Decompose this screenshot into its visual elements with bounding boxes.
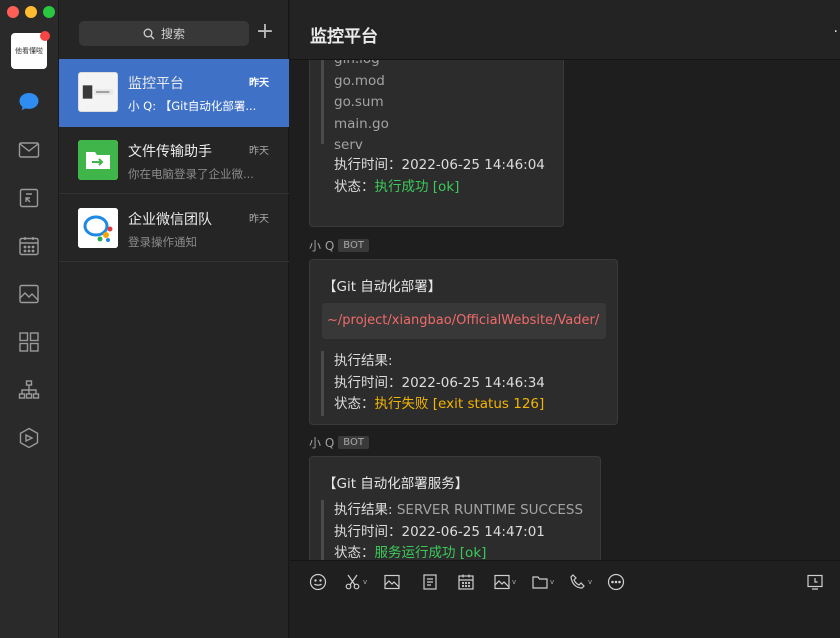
exec-time-label: 执行时间： bbox=[334, 374, 402, 391]
chat-title: 监控平台 bbox=[310, 27, 378, 47]
status-value: 执行失败 [exit status 126] bbox=[374, 396, 545, 412]
file-line: go.sum bbox=[334, 94, 384, 110]
conversation-list-pane: 搜索 + 监控平台 昨天 小 Q: 【Git自动化部署... 文件传输助手 昨天… bbox=[59, 0, 289, 638]
conversation-time: 昨天 bbox=[249, 146, 269, 157]
zoom-window-button[interactable] bbox=[43, 6, 55, 18]
apps-icon[interactable] bbox=[16, 329, 42, 355]
result-quote: 执行结果: SERVER RUNTIME SUCCESS 执行时间：2022-0… bbox=[321, 500, 583, 560]
exec-time-value: 2022-06-25 14:46:34 bbox=[401, 374, 545, 391]
status-label: 状态： bbox=[334, 545, 375, 560]
image-icon[interactable] bbox=[383, 572, 401, 592]
chat-icon[interactable] bbox=[16, 89, 42, 115]
search-placeholder: 搜索 bbox=[160, 27, 185, 41]
conversation-name: 文件传输助手 bbox=[128, 144, 212, 160]
folder-icon[interactable]: v bbox=[531, 572, 554, 592]
photo-album-icon[interactable]: v bbox=[493, 572, 516, 592]
message-sender: 小 Q BOT bbox=[309, 434, 369, 451]
more-options-icon[interactable]: · bbox=[834, 24, 838, 40]
org-chart-icon[interactable] bbox=[16, 377, 42, 403]
exec-time-label: 执行时间： bbox=[334, 523, 402, 540]
exec-time-value: 2022-06-25 14:47:01 bbox=[401, 523, 545, 540]
conversation-item[interactable]: 监控平台 昨天 小 Q: 【Git自动化部署... bbox=[59, 59, 289, 127]
conversation-time: 昨天 bbox=[249, 78, 269, 89]
conversation-name: 企业微信团队 bbox=[128, 212, 212, 228]
calendar-icon[interactable] bbox=[457, 572, 475, 592]
phone-icon[interactable]: v bbox=[569, 572, 592, 592]
document-icon[interactable] bbox=[421, 572, 439, 592]
message-title: 【Git 自动化部署】 bbox=[323, 279, 442, 295]
file-line: go.mod bbox=[334, 72, 385, 89]
scissors-icon[interactable]: v bbox=[344, 572, 367, 592]
result-value: SERVER RUNTIME SUCCESS bbox=[396, 502, 584, 518]
exec-time-line: 执行时间：2022-06-25 14:46:34 bbox=[334, 373, 545, 395]
conversation-avatar bbox=[78, 72, 118, 112]
exec-time-line: 执行时间：2022-06-25 14:47:01 bbox=[334, 522, 583, 544]
exec-time-line: 执行时间：2022-06-25 14:46:04 bbox=[334, 155, 545, 177]
sender-name: 小 Q bbox=[309, 239, 335, 253]
message-bubble: 【Git 自动化部署】 ~/project/xiangbao/OfficialW… bbox=[309, 259, 618, 425]
path-code-block: ~/project/xiangbao/OfficialWebsite/Vader… bbox=[322, 303, 606, 339]
emoji-icon[interactable] bbox=[309, 572, 327, 592]
bot-badge: BOT bbox=[338, 436, 369, 449]
chat-header: 监控平台 · bbox=[290, 0, 840, 60]
wecom-logo-icon bbox=[78, 208, 118, 248]
window-controls bbox=[7, 6, 55, 18]
conversation-snippet: 小 Q: 【Git自动化部署... bbox=[128, 99, 257, 113]
cube-icon[interactable] bbox=[16, 425, 42, 451]
mail-icon[interactable] bbox=[16, 137, 42, 163]
conversation-item[interactable]: 文件传输助手 昨天 你在电脑登录了企业微... bbox=[59, 127, 289, 195]
result-line: 执行结果: bbox=[334, 351, 545, 373]
app-sidebar: 他看懂啦 bbox=[0, 0, 59, 638]
conversation-name: 监控平台 bbox=[128, 76, 184, 92]
input-toolbar: v v v v bbox=[290, 560, 840, 638]
result-label: 执行结果: bbox=[334, 353, 393, 369]
avatar-text: 他看懂啦 bbox=[15, 47, 43, 55]
status-value: 执行成功 [ok] bbox=[374, 178, 460, 195]
bot-badge: BOT bbox=[338, 239, 369, 252]
file-transfer-icon bbox=[78, 140, 118, 180]
close-window-button[interactable] bbox=[7, 6, 19, 18]
message-bubble: gin.log go.mod go.sum main.go serv 执行时间：… bbox=[309, 60, 564, 227]
exec-time-value: 2022-06-25 14:46:04 bbox=[401, 157, 545, 173]
calendar-icon[interactable] bbox=[16, 233, 42, 259]
search-icon bbox=[143, 28, 155, 39]
more-icon[interactable] bbox=[607, 572, 625, 592]
result-quote: gin.log go.mod go.sum main.go serv bbox=[321, 60, 389, 153]
status-line: 状态：执行成功 [ok] bbox=[334, 177, 545, 199]
chat-pane: 监控平台 · gin.log go.mod go.sum main.go ser… bbox=[290, 0, 840, 638]
message-bubble: 【Git 自动化部署服务】 执行结果: SERVER RUNTIME SUCCE… bbox=[309, 456, 601, 560]
result-line: 执行结果: SERVER RUNTIME SUCCESS bbox=[334, 500, 583, 522]
message-list[interactable]: gin.log go.mod go.sum main.go serv 执行时间：… bbox=[290, 60, 840, 560]
minimize-window-button[interactable] bbox=[25, 6, 37, 18]
conversation-snippet: 登录操作通知 bbox=[128, 235, 197, 249]
status-line: 状态：服务运行成功 [ok] bbox=[334, 543, 583, 560]
divider bbox=[59, 193, 289, 194]
exec-time-label: 执行时间： bbox=[334, 157, 402, 173]
file-line: main.go bbox=[334, 115, 389, 132]
sender-name: 小 Q bbox=[309, 436, 335, 450]
conversation-snippet: 你在电脑登录了企业微... bbox=[128, 167, 254, 181]
search-input[interactable]: 搜索 bbox=[79, 21, 249, 46]
screen-share-icon[interactable] bbox=[806, 572, 824, 592]
add-button[interactable]: + bbox=[255, 21, 275, 43]
notification-dot bbox=[40, 31, 50, 41]
status-line: 状态：执行失败 [exit status 126] bbox=[334, 394, 545, 416]
result-meta: 执行时间：2022-06-25 14:46:04 状态：执行成功 [ok] bbox=[321, 155, 545, 198]
result-label: 执行结果: bbox=[334, 502, 397, 518]
message-sender: 小 Q BOT bbox=[309, 237, 369, 254]
conversation-time: 昨天 bbox=[249, 214, 269, 225]
status-label: 状态： bbox=[334, 178, 375, 195]
file-line: gin.log bbox=[334, 60, 389, 71]
docs-icon[interactable] bbox=[16, 185, 42, 211]
photo-icon[interactable] bbox=[16, 281, 42, 307]
conversation-item[interactable]: 企业微信团队 昨天 登录操作通知 bbox=[59, 195, 289, 263]
status-label: 状态： bbox=[334, 396, 375, 412]
divider bbox=[59, 261, 289, 262]
result-quote: 执行结果: 执行时间：2022-06-25 14:46:34 状态：执行失败 [… bbox=[321, 351, 545, 416]
file-line: serv bbox=[334, 137, 363, 153]
status-value: 服务运行成功 [ok] bbox=[374, 545, 487, 560]
message-title: 【Git 自动化部署服务】 bbox=[323, 476, 469, 492]
